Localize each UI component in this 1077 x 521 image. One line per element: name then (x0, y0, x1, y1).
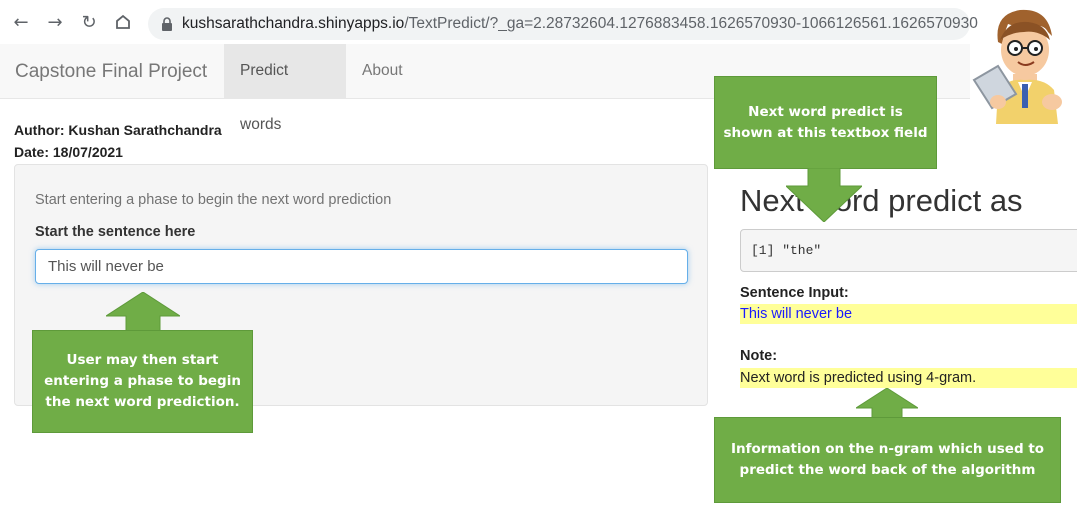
url-host: kushsarathchandra.shinyapps.io (182, 15, 405, 32)
sentence-input[interactable] (35, 249, 688, 284)
callout-top-text: Next word predict is shown at this textb… (723, 103, 928, 141)
date-text: Date: 18/07/2021 (14, 144, 123, 160)
mascot-illustration (972, 9, 1062, 124)
prediction-output: [1] "the" (740, 229, 1077, 272)
tab-about[interactable]: About (346, 44, 419, 98)
callout-ngram-info: Information on the n-gram which used to … (714, 417, 1061, 503)
sentence-input-label: Start the sentence here (35, 224, 196, 240)
url-text: kushsarathchandra.shinyapps.io/TextPredi… (182, 15, 978, 33)
sentence-input-heading: Sentence Input: (740, 285, 849, 301)
address-bar[interactable]: kushsarathchandra.shinyapps.io/TextPredi… (148, 8, 978, 40)
callout-left-text: User may then start entering a phase to … (44, 352, 241, 410)
browser-toolbar: ← → ↻ kushsarathchandra.shinyapps.io/Tex… (0, 0, 978, 44)
callout-input-hint: User may then start entering a phase to … (32, 330, 253, 433)
note-value: Next word is predicted using 4-gram. (740, 368, 1077, 388)
note-heading: Note: (740, 348, 778, 364)
reload-icon[interactable]: ↻ (79, 13, 99, 33)
tab-predict-words[interactable]: Predict words (224, 44, 346, 133)
down-arrow-icon (786, 168, 862, 222)
navbar-brand[interactable]: Capstone Final Project (15, 61, 207, 83)
callout-prediction-field: Next word predict is shown at this textb… (714, 76, 937, 169)
forward-arrow-icon[interactable]: → (45, 13, 65, 33)
sentence-input-value: This will never be (740, 304, 1077, 324)
prediction-title: Next word predict as (740, 183, 1023, 218)
lock-icon (162, 17, 172, 31)
url-path: /TextPredict/?_ga=2.28732604.1276883458.… (404, 15, 978, 32)
back-arrow-icon[interactable]: ← (11, 13, 31, 33)
home-icon[interactable] (113, 13, 133, 33)
help-text: Start entering a phase to begin the next… (35, 192, 392, 208)
author-text: Author: Kushan Sarathchandra (14, 122, 222, 138)
up-arrow-icon (856, 388, 918, 418)
callout-bottom-text: Information on the n-gram which used to … (730, 441, 1045, 478)
up-arrow-icon (106, 292, 180, 332)
